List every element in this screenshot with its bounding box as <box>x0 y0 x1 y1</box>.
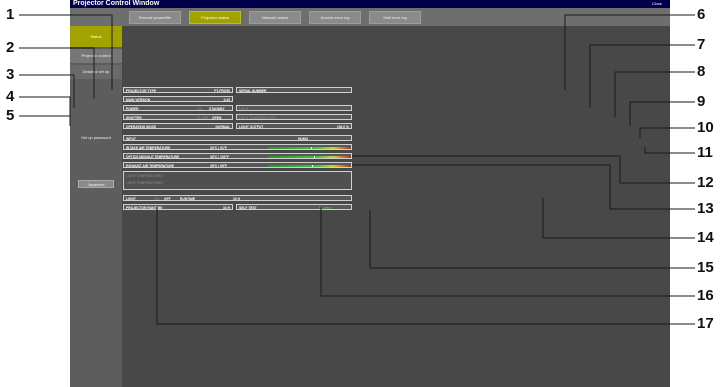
light-temperature1-label: LIGHT TEMPERATURE1 <box>126 174 164 178</box>
exhaust-air-temperature-row: EXHAUST AIR TEMPERATURE 35°C / 95°F <box>123 162 352 168</box>
light-off-indicator: OFF <box>164 196 171 201</box>
operating-mode-row: OPERATING MODE NORMAL <box>123 123 233 129</box>
light-runtime-row: LIGHT ON OFF RUNTIME 33 H <box>123 195 352 201</box>
intake-air-temperature-value: 33°C / 91°F <box>210 145 228 150</box>
intake-gauge-marker <box>311 147 312 149</box>
callout-16: 16 <box>697 287 714 304</box>
main-version-row: MAIN VERSION 0.23 <box>123 96 233 102</box>
projector-type-row: PROJECTOR TYPE PT-FRQ50 <box>123 87 233 93</box>
callout-15: 15 <box>697 259 714 276</box>
optics-module-temperature-row: OPTICS MODULE TEMPERATURE 38°C / 100°F <box>123 153 352 159</box>
power-label: POWER <box>126 106 139 111</box>
sidebar: Status Projector control Detailed set up… <box>70 26 122 387</box>
shutter-label: SHUTTER <box>126 115 142 120</box>
shutter-open-indicator: OPEN <box>212 115 222 120</box>
self-test-row: SELF TEST No error <box>236 204 352 210</box>
optics-module-temperature-value: 38°C / 100°F <box>210 154 229 159</box>
window-title: Projector Control Window <box>73 0 160 7</box>
tab-bar: Remote power/file Projector status Netwo… <box>70 8 670 26</box>
projector-runtime-row: PROJECTOR RUNTIME 33 H <box>123 204 233 210</box>
leader-line-5 <box>19 115 71 126</box>
main-version-value: 0.23 <box>223 97 230 102</box>
input-label: INPUT <box>126 136 136 141</box>
light-on-indicator: ON <box>154 196 159 201</box>
self-test-value: No error <box>319 205 332 210</box>
callout-7: 7 <box>697 36 706 53</box>
exhaust-air-temperature-label: EXHAUST AIR TEMPERATURE <box>126 163 174 168</box>
projector-runtime-value: 33 H <box>223 205 230 210</box>
light-label: LIGHT <box>126 196 136 201</box>
light-temperature2-label: LIGHT TEMPERATURE2 <box>126 181 164 185</box>
leader-line-3 <box>19 74 75 108</box>
light-temperature-status-label: LIGHT TEMPERATURE1 <box>239 115 277 120</box>
input-row: INPUT HDMI1 <box>123 135 352 141</box>
exhaust-temperature-gauge <box>268 164 350 167</box>
tab-remote-power-file[interactable]: Remote power/file <box>129 11 181 24</box>
self-test-label: SELF TEST <box>239 205 257 210</box>
sidebar-item-status[interactable]: Status <box>70 26 122 47</box>
callout-14: 14 <box>697 229 714 246</box>
light-temperature-status-row: LIGHT TEMPERATURE1 <box>236 114 352 120</box>
close-link[interactable]: Close <box>652 0 662 8</box>
tab-network-status[interactable]: Network status <box>249 11 301 24</box>
window-title-bar: Projector Control Window Close <box>70 0 670 8</box>
optics-module-temperature-label: OPTICS MODULE TEMPERATURE <box>126 154 180 159</box>
exhaust-gauge-marker <box>312 165 313 167</box>
callout-3: 3 <box>6 66 15 83</box>
light-status-label: LIGHT <box>239 106 249 111</box>
intake-temperature-gauge <box>268 146 350 149</box>
callout-5: 5 <box>6 107 15 124</box>
power-row: POWER ON STANDBY <box>123 105 233 111</box>
operating-mode-value: NORMAL <box>215 124 230 129</box>
intake-air-temperature-row: INTAKE AIR TEMPERATURE 33°C / 91°F <box>123 144 352 150</box>
callout-10: 10 <box>697 119 714 136</box>
projector-type-label: PROJECTOR TYPE <box>126 88 156 93</box>
callout-11: 11 <box>697 144 713 161</box>
tab-mail-error-log[interactable]: Mail error log <box>369 11 421 24</box>
projector-runtime-label: PROJECTOR RUNTIME <box>126 205 163 210</box>
callout-13: 13 <box>697 200 714 217</box>
callout-17: 17 <box>697 315 714 332</box>
input-value: HDMI1 <box>298 136 309 141</box>
callout-1: 1 <box>6 6 15 23</box>
callout-6: 6 <box>697 6 706 23</box>
intake-air-temperature-label: INTAKE AIR TEMPERATURE <box>126 145 171 150</box>
exhaust-air-temperature-value: 35°C / 95°F <box>210 163 228 168</box>
projector-type-value: PT-FRQ50 <box>214 88 230 93</box>
sidebar-item-detailed-set-up[interactable]: Detailed set up <box>70 65 122 79</box>
callout-2: 2 <box>6 39 15 56</box>
runtime-label: RUNTIME <box>180 196 196 201</box>
projector-control-window: Projector Control Window Close Remote po… <box>70 0 670 387</box>
callout-8: 8 <box>697 63 706 80</box>
sidebar-item-set-up-password[interactable]: Set up password <box>70 135 122 149</box>
callout-12: 12 <box>697 174 714 191</box>
light-runtime-value: 33 H <box>233 196 240 201</box>
language-button[interactable]: Japanese <box>78 180 114 188</box>
light-output-value: 100.0 % <box>336 124 349 129</box>
serial-number-row: SERIAL NUMBER <box>236 87 352 93</box>
optics-temperature-gauge <box>268 155 350 158</box>
operating-mode-label: OPERATING MODE <box>126 124 157 129</box>
callout-9: 9 <box>697 93 706 110</box>
tab-access-error-log[interactable]: Access error log <box>309 11 361 24</box>
power-standby-indicator: STANDBY <box>209 106 225 111</box>
optics-gauge-marker <box>314 156 315 158</box>
sidebar-item-projector-control[interactable]: Projector control <box>70 49 122 63</box>
light-temperature-block: LIGHT TEMPERATURE1 LIGHT TEMPERATURE2 <box>123 171 352 190</box>
leader-line-4 <box>19 96 71 117</box>
callout-4: 4 <box>6 88 15 105</box>
status-content: PROJECTOR TYPE PT-FRQ50 SERIAL NUMBER MA… <box>122 26 670 387</box>
serial-number-label: SERIAL NUMBER <box>239 88 267 93</box>
shutter-close-indicator: CLOSE <box>197 115 209 120</box>
power-on-indicator: ON <box>197 106 202 111</box>
tab-projector-status[interactable]: Projector status <box>189 11 241 24</box>
light-output-row: LIGHT OUTPUT 100.0 % <box>236 123 352 129</box>
shutter-row: SHUTTER CLOSE OPEN <box>123 114 233 120</box>
main-version-label: MAIN VERSION <box>126 97 151 102</box>
light-status-row: LIGHT <box>236 105 352 111</box>
light-output-label: LIGHT OUTPUT <box>239 124 264 129</box>
